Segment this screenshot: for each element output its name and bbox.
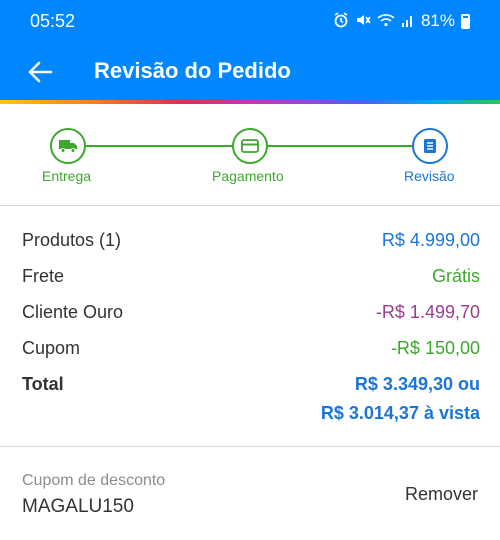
summary-label: Frete	[22, 266, 65, 286]
back-button[interactable]	[22, 54, 58, 90]
summary-label: Cupom	[22, 338, 81, 358]
app-bar: Revisão do Pedido	[0, 44, 500, 100]
total-installments: R$ 3.349,30 ou	[354, 374, 480, 394]
coupon-code: MAGALU150	[22, 496, 134, 517]
page-title: Revisão do Pedido	[94, 58, 291, 83]
battery-percent: 81%	[420, 11, 455, 30]
status-time: 05:52	[30, 11, 76, 31]
card-icon	[241, 139, 259, 153]
step-delivery[interactable]	[50, 128, 86, 164]
summary-value: -R$ 1.499,70	[375, 302, 480, 322]
summary-value: Grátis	[431, 266, 480, 286]
section-divider	[0, 446, 500, 447]
signal-icon	[401, 13, 415, 30]
header: 05:52 81% Revisão do Pedido	[0, 0, 500, 104]
step-connector	[268, 145, 414, 147]
total-label: Total	[22, 374, 64, 394]
status-bar: 05:52 81%	[0, 0, 500, 44]
coupon-label: Cupom de desconto	[22, 472, 166, 489]
step-label-payment: Pagamento	[212, 168, 284, 184]
receipt-icon	[424, 139, 436, 153]
total-cash: R$ 3.014,37 à vista	[320, 403, 480, 423]
wifi-icon	[377, 12, 395, 31]
status-icons: 81%	[333, 11, 470, 31]
step-connector	[86, 145, 234, 147]
mute-icon	[355, 12, 371, 31]
total-value: R$ 3.349,30 ou R$ 3.014,37 à vista	[321, 370, 480, 428]
step-label-delivery: Entrega	[42, 168, 92, 184]
summary-value: -R$ 150,00	[390, 338, 480, 358]
checkout-stepper: Entrega Pagamento Revisão	[0, 104, 500, 204]
step-payment[interactable]	[232, 128, 268, 164]
battery-icon	[461, 13, 470, 29]
order-summary: Produtos (1) R$ 4.999,00 Frete Grátis Cl…	[0, 206, 500, 446]
alarm-icon	[333, 11, 349, 31]
summary-label: Cliente Ouro	[22, 302, 124, 322]
step-label-review: Revisão	[404, 168, 455, 184]
summary-label: Produtos (1)	[22, 230, 122, 250]
step-review[interactable]	[412, 128, 448, 164]
truck-icon	[59, 140, 77, 153]
coupon-section: Cupom de desconto MAGALU150 Remover	[0, 448, 500, 540]
summary-value: R$ 4.999,00	[381, 230, 480, 250]
remove-coupon-button[interactable]: Remover	[405, 484, 478, 505]
arrow-left-icon	[28, 61, 53, 83]
